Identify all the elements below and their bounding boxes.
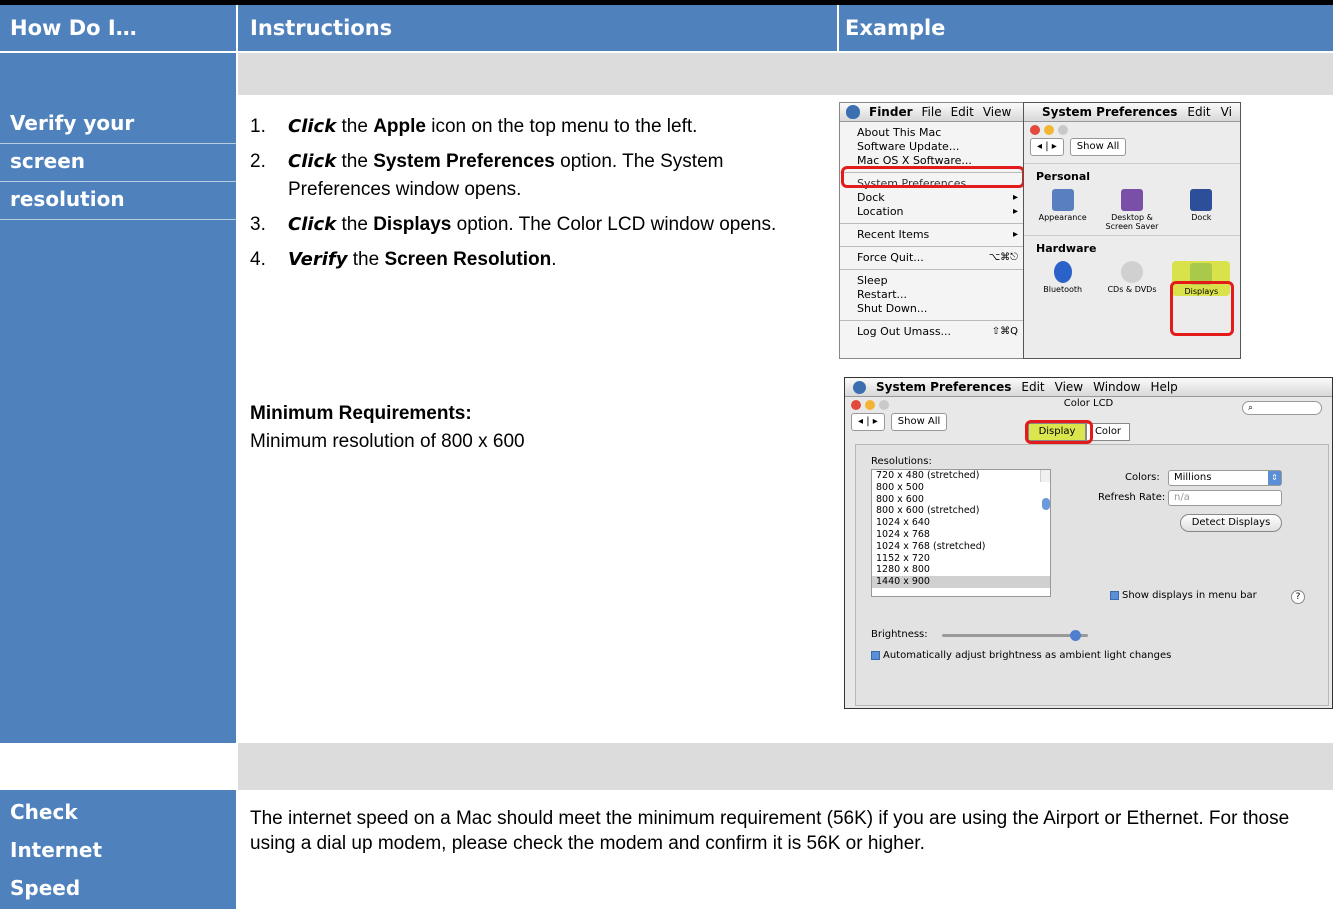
refresh-rate-label: Refresh Rate: (1098, 492, 1166, 503)
section-title-verify-resolution: Verify your screen resolution (10, 111, 135, 211)
desktop-pref[interactable]: Desktop & Screen Saver (1103, 189, 1161, 231)
list-item[interactable]: 1152 x 720 (872, 553, 1050, 565)
menu-separator (840, 246, 1026, 247)
detect-displays-button[interactable]: Detect Displays (1180, 514, 1282, 532)
menu-separator (840, 320, 1026, 321)
personal-icons: Appearance Desktop & Screen Saver Dock (1024, 183, 1240, 231)
highlight-displays (1170, 281, 1234, 336)
colors-label: Colors: (1125, 472, 1160, 483)
header-instructions: Instructions (238, 5, 837, 51)
apple-icon (846, 105, 860, 119)
search-input[interactable]: ⌕ (1242, 401, 1322, 415)
requirements-text: Minimum resolution of 800 x 600 (250, 431, 525, 452)
list-item-selected[interactable]: 1440 x 900 (872, 576, 1050, 588)
appearance-icon (1051, 189, 1074, 211)
resolutions-label: Resolutions: (871, 456, 932, 467)
sidebar-rule (0, 181, 236, 182)
cds-dvds-pref[interactable]: CDs & DVDs (1103, 261, 1161, 296)
step-item: 3. Click the Displays option. The Color L… (250, 214, 777, 235)
submenu-arrow-icon: ▸ (1012, 229, 1018, 240)
close-icon[interactable] (1030, 125, 1040, 135)
list-item[interactable]: 1024 x 768 (stretched) (872, 541, 1050, 553)
list-item[interactable]: 800 x 600 (stretched) (872, 505, 1050, 517)
menu-separator (840, 223, 1026, 224)
submenu-arrow-icon: ▸ (1012, 206, 1018, 217)
minimize-icon[interactable] (1044, 125, 1054, 135)
requirements-title: Minimum Requirements: (250, 403, 472, 424)
list-item[interactable]: 800 x 500 (872, 482, 1050, 494)
list-item[interactable]: 1280 x 800 (872, 564, 1050, 576)
sidebar-rule (0, 219, 236, 220)
step-item: 1. Click the Apple icon on the top menu t… (250, 116, 698, 137)
refresh-rate-select[interactable]: n/a (1168, 490, 1282, 506)
highlight-system-preferences (841, 166, 1025, 188)
brightness-label: Brightness: (871, 629, 928, 640)
checkbox-checked-icon (871, 650, 880, 660)
color-lcd-menubar: System Preferences Edit View Window Help (845, 378, 1332, 397)
sysprefs-toolbar: ◂ | ▸ Show All (1024, 135, 1240, 159)
list-item[interactable]: 1024 x 640 (872, 517, 1050, 529)
shortcut-label: ⇧⌘Q (991, 326, 1018, 337)
menu-item-restart[interactable]: Restart... (840, 288, 1026, 302)
section-internet-speed-sidebar: Check Internet Speed (0, 790, 236, 909)
apple-menu-screenshot: Finder File Edit View About This Mac Sof… (839, 102, 1027, 359)
step-item: 4. Verify the Screen Resolution. (250, 249, 557, 270)
personal-heading: Personal (1024, 163, 1240, 183)
zoom-icon[interactable] (1058, 125, 1068, 135)
list-item[interactable]: 1024 x 768 (872, 529, 1050, 541)
apple-icon (853, 380, 866, 394)
show-in-menu-bar-checkbox[interactable]: Show displays in menu bar (1110, 590, 1257, 601)
back-forward-buttons[interactable]: ◂ | ▸ (1030, 138, 1064, 156)
resolutions-list[interactable]: 720 x 480 (stretched) 800 x 500 800 x 60… (871, 469, 1051, 597)
show-all-button[interactable]: Show All (1069, 138, 1127, 156)
colors-select[interactable]: Millions ⇕ (1168, 470, 1282, 486)
desktop-icon (1120, 189, 1143, 211)
highlight-display-tab (1025, 420, 1093, 444)
auto-brightness-checkbox[interactable]: Automatically adjust brightness as ambie… (871, 650, 1171, 661)
menu-item-shut-down[interactable]: Shut Down... (840, 302, 1026, 316)
menu-item-location[interactable]: Location ▸ (840, 205, 1026, 219)
dock-icon (1190, 189, 1213, 211)
sysprefs-menubar: System Preferences Edit Vi (1024, 103, 1240, 122)
submenu-arrow-icon: ▸ (1012, 192, 1018, 203)
show-all-button[interactable]: Show All (890, 413, 948, 431)
finder-menubar: Finder File Edit View (840, 103, 1026, 122)
header-example: Example (839, 5, 1333, 51)
list-item[interactable]: 720 x 480 (stretched) (872, 470, 1050, 482)
shortcut-label: ⌥⌘⎋ (988, 252, 1018, 263)
sidebar-rule (0, 143, 236, 144)
help-icon[interactable]: ? (1291, 590, 1305, 604)
internet-speed-text: The internet speed on a Mac should meet … (250, 808, 1290, 854)
section-title-internet-speed: Check Internet Speed (10, 800, 103, 900)
checkbox-checked-icon (1110, 590, 1119, 600)
stepper-icon: ⇕ (1268, 471, 1281, 485)
menu-item-dock[interactable]: Dock ▸ (840, 191, 1026, 205)
instruction-steps: 1. Click the Apple icon on the top menu t… (250, 113, 830, 281)
brightness-slider[interactable] (942, 630, 1088, 641)
menu-item-force-quit[interactable]: Force Quit... ⌥⌘⎋ (840, 251, 1026, 265)
bluetooth-pref[interactable]: Bluetooth (1034, 261, 1092, 296)
scroll-thumb[interactable] (1042, 498, 1050, 510)
dock-pref[interactable]: Dock (1172, 189, 1230, 231)
header-how-do-i: How Do I… (0, 5, 236, 51)
back-forward-buttons[interactable]: ◂ | ▸ (851, 413, 885, 431)
menu-item-log-out[interactable]: Log Out Umass... ⇧⌘Q (840, 325, 1026, 339)
list-item[interactable]: 800 x 600 (872, 494, 1050, 506)
window-controls (1024, 122, 1240, 135)
menu-separator (840, 269, 1026, 270)
menu-item-sleep[interactable]: Sleep (840, 274, 1026, 288)
section-verify-resolution-sidebar: Verify your screen resolution (0, 53, 236, 743)
gray-band (238, 743, 1333, 790)
bluetooth-icon (1053, 261, 1072, 283)
menu-item-recent-items[interactable]: Recent Items ▸ (840, 228, 1026, 242)
menu-item-about[interactable]: About This Mac (840, 126, 1026, 140)
disc-icon (1120, 261, 1143, 283)
step-item: 2. Click the System Preferences option. T… (250, 151, 724, 200)
appearance-pref[interactable]: Appearance (1034, 189, 1092, 231)
menu-item-software-update[interactable]: Software Update... (840, 140, 1026, 154)
hardware-heading: Hardware (1024, 235, 1240, 255)
gray-band (238, 53, 1333, 95)
scrollbar[interactable] (1040, 470, 1050, 510)
